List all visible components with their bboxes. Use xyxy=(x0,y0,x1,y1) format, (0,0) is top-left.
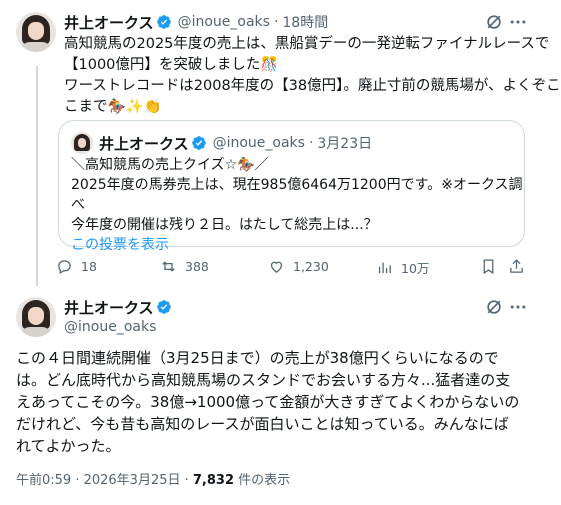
separator-dot: · xyxy=(308,135,314,151)
quoted-handle: @inoue_oaks xyxy=(212,135,305,151)
quoted-text-line: 今年度の開催は残り２日。はたして総売上は...？ xyxy=(71,217,378,233)
tweet-text-line: 高知競馬の2025年度の売上は、黒船賞デーの一発逆転ファイナルレースで xyxy=(64,36,550,52)
bookmark-icon[interactable] xyxy=(480,258,497,275)
tweet-time[interactable]: 18時間 xyxy=(282,12,328,32)
author-name[interactable]: 井上オークス xyxy=(64,297,154,318)
quoted-author-name: 井上オークス xyxy=(99,134,189,153)
tweet-text-line: こまで🏇✨👏 xyxy=(64,99,162,115)
tweet-action-bar: 18 388 1,230 10万 xyxy=(56,258,526,278)
tweet-text-line: 【1000億円】を突破しました🎊 xyxy=(64,57,279,73)
heart-icon xyxy=(270,261,283,273)
tweet-header: 井上オークス @inoue_oaks · 18時間 xyxy=(64,12,328,32)
views-button[interactable]: 10万 xyxy=(376,258,429,277)
timestamp[interactable]: 午前0:59 · 2026年3月25日 · xyxy=(16,473,193,488)
author-handle[interactable]: @inoue_oaks xyxy=(64,317,156,337)
repost-count: 388 xyxy=(185,259,209,274)
verified-badge-icon xyxy=(156,15,171,29)
tweet-text-line: れてよかった。 xyxy=(16,437,121,455)
views-label: 件の表示 xyxy=(234,473,291,488)
views-count: 7,832 xyxy=(192,473,235,488)
quoted-header: 井上オークス @inoue_oaks · 3月23日 xyxy=(99,133,372,153)
reply-button[interactable]: 18 xyxy=(56,258,97,275)
quoted-tweet-card[interactable]: 井上オークス @inoue_oaks · 3月23日 ＼高知競馬の売上クイズ☆🏇… xyxy=(58,120,525,253)
like-button[interactable]: 1,230 xyxy=(268,258,329,275)
verified-badge-icon xyxy=(191,136,206,150)
tweet-text: 高知競馬の2025年度の売上は、黒船賞デーの一発逆転ファイナルレースで 【100… xyxy=(64,34,561,118)
tweet-header: 井上オークス xyxy=(64,297,172,317)
grok-icon[interactable] xyxy=(484,12,504,32)
tweet-text-line: だけれど、今も昔も高知のレースが面白いことは知っている。みんなにば xyxy=(16,415,509,433)
views-count: 10万 xyxy=(401,261,430,276)
avatar[interactable] xyxy=(16,297,56,337)
tweet-text-line: は。どん底時代から高知競馬場のスタンドでお会いする方々...猛者達の支 xyxy=(16,371,511,389)
verified-badge-icon xyxy=(156,300,171,314)
author-name[interactable]: 井上オークス xyxy=(64,12,154,33)
repost-icon xyxy=(162,261,175,272)
tweet-metadata: 午前0:59 · 2026年3月25日 · 7,832 件の表示 xyxy=(16,469,290,488)
tweet-text-line: えあってこその今。38億→1000億って金額が大きすぎてよくわからないの xyxy=(16,393,520,411)
tweet-text-line: この４日間連続開催（3月25日まで）の売上が38億円くらいになるので xyxy=(16,349,499,367)
share-icon[interactable] xyxy=(508,258,525,275)
like-count: 1,230 xyxy=(293,259,329,274)
quoted-date: 3月23日 xyxy=(317,136,373,152)
author-handle[interactable]: @inoue_oaks xyxy=(178,14,270,30)
separator-dot: · xyxy=(273,14,279,30)
main-tweet-text: この４日間連続開催（3月25日まで）の売上が38億円くらいになるので は。どん底… xyxy=(16,347,519,457)
repost-button[interactable]: 388 xyxy=(160,258,209,275)
quoted-text: ＼高知競馬の売上クイズ☆🏇／ 2025年度の馬券売上は、現在985億6464万1… xyxy=(71,155,524,255)
tweet-text-line: ワーストレコードは2008年度の【38億円】。廃止寸前の競馬場が、よくぞこ xyxy=(64,78,561,94)
grok-icon[interactable] xyxy=(484,297,504,317)
reply-icon xyxy=(58,260,71,275)
avatar[interactable] xyxy=(16,12,56,52)
show-poll-link[interactable]: この投票を表示 xyxy=(71,235,524,255)
quoted-avatar xyxy=(71,132,93,154)
analytics-icon xyxy=(378,262,391,274)
quoted-text-line: 2025年度の馬券売上は、現在985億6464万1200円です。※オークス調べ xyxy=(71,177,523,213)
quoted-text-line: ＼高知競馬の売上クイズ☆🏇／ xyxy=(71,157,269,173)
thread-connector-line xyxy=(36,66,38,286)
reply-count: 18 xyxy=(81,259,97,274)
more-options-icon[interactable] xyxy=(508,297,528,317)
more-options-icon[interactable] xyxy=(508,12,528,32)
